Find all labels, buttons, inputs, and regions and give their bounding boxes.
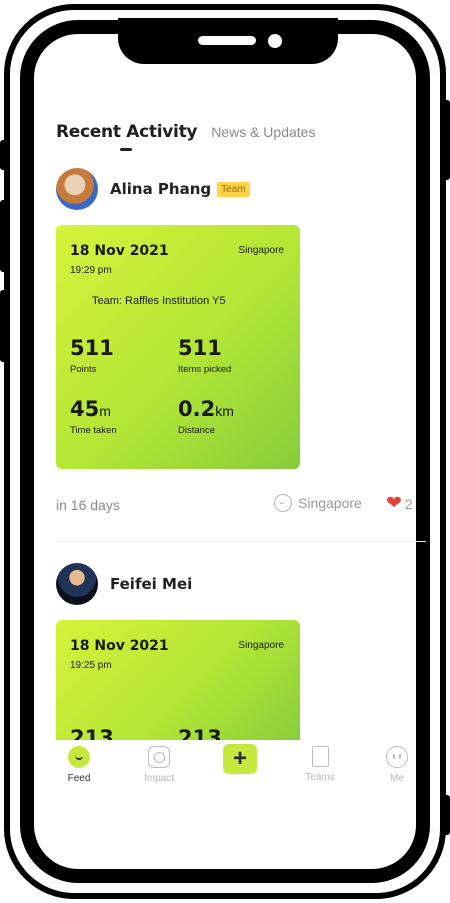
add-icon: + xyxy=(223,744,257,774)
avatar[interactable] xyxy=(56,563,98,605)
stat-value: 0.2km xyxy=(178,399,234,420)
card-team: Team: Raffles Institution Y5 xyxy=(92,295,226,307)
post-meta: in 16 days Singapore ❤ 2 xyxy=(56,494,426,516)
tab-recent-activity[interactable]: Recent Activity xyxy=(56,122,197,142)
card-location: Singapore xyxy=(238,640,284,651)
side-button-volume-up xyxy=(0,200,8,272)
username[interactable]: Alina Phang xyxy=(110,180,211,198)
side-button-power xyxy=(442,100,450,180)
post-header: Alina Phang Team xyxy=(56,168,250,210)
heart-icon: ❤ xyxy=(386,493,402,514)
nav-me[interactable]: Me xyxy=(367,746,427,784)
tab-news-updates[interactable]: News & Updates xyxy=(211,124,315,140)
card-date: 18 Nov 2021 xyxy=(70,638,169,654)
stat-label: Points xyxy=(70,364,97,375)
nav-label: Me xyxy=(390,773,404,784)
stat-points: 511 Points xyxy=(70,336,114,376)
post-divider xyxy=(56,541,426,542)
post-header: Feifei Mei xyxy=(56,563,192,605)
nav-feed[interactable]: Feed xyxy=(49,746,109,784)
card-time: 19:29 pm xyxy=(70,265,112,276)
me-icon xyxy=(386,746,408,768)
side-button-power-lower xyxy=(442,795,450,835)
card-time: 19:25 pm xyxy=(70,660,112,671)
stat-value: 511 xyxy=(70,336,114,360)
stat-label: Items picked xyxy=(178,364,232,375)
avatar[interactable] xyxy=(56,168,98,210)
post-time-ago: in 16 days xyxy=(56,497,120,513)
stat-time: 45m Time taken xyxy=(70,399,117,437)
location-icon xyxy=(274,494,292,512)
nav-add[interactable]: + xyxy=(210,744,270,774)
stat-number: 0.2 xyxy=(178,397,216,421)
side-button-volume-down xyxy=(0,290,8,362)
stat-number: 45 xyxy=(70,397,100,421)
bottom-nav: Feed Impact + Teams Me xyxy=(34,740,416,800)
stat-label: Distance xyxy=(178,425,215,436)
nav-label: Feed xyxy=(67,773,91,784)
nav-teams[interactable]: Teams xyxy=(290,746,350,783)
like-button[interactable]: ❤ 2 xyxy=(386,494,413,513)
stat-value: 45m xyxy=(70,399,117,420)
feed-tabs: Recent Activity News & Updates xyxy=(56,122,315,142)
side-button-mute xyxy=(0,140,8,170)
post-location[interactable]: Singapore xyxy=(274,494,362,512)
nav-label: Impact xyxy=(143,773,174,784)
activity-card[interactable]: 18 Nov 2021 19:29 pm Singapore Team: Raf… xyxy=(56,225,300,469)
username[interactable]: Feifei Mei xyxy=(110,575,192,593)
post-location-label: Singapore xyxy=(298,495,362,511)
impact-icon xyxy=(148,746,170,768)
activity-card[interactable]: 18 Nov 2021 19:25 pm Singapore 213 213 xyxy=(56,620,300,750)
stat-value: 511 xyxy=(178,336,222,360)
like-count: 2 xyxy=(404,495,413,512)
nav-impact[interactable]: Impact xyxy=(129,746,189,784)
stat-unit: km xyxy=(215,403,234,419)
feed-icon xyxy=(68,746,90,768)
front-camera xyxy=(268,34,282,48)
stat-distance: 0.2km Distance xyxy=(178,399,234,437)
teams-icon xyxy=(311,746,329,767)
stat-unit: m xyxy=(99,403,111,419)
active-tab-indicator xyxy=(120,148,132,151)
team-badge: Team xyxy=(217,181,250,197)
stat-items: 511 Items picked xyxy=(178,336,232,376)
stat-label: Time taken xyxy=(70,425,117,436)
card-date: 18 Nov 2021 xyxy=(70,243,169,259)
card-location: Singapore xyxy=(238,245,284,256)
nav-label: Teams xyxy=(305,772,335,783)
speaker-grille xyxy=(198,36,256,45)
